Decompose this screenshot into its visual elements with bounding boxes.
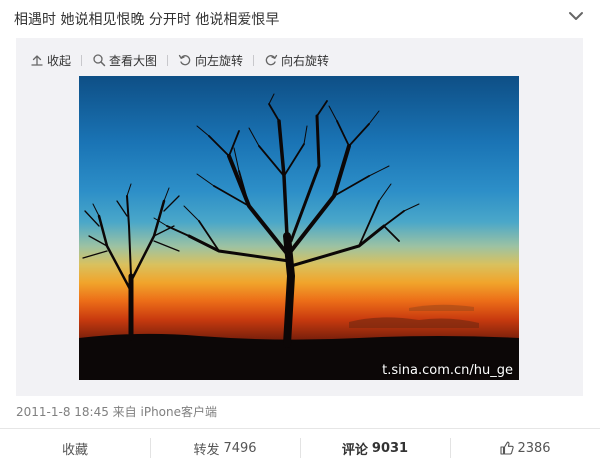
divider [81, 54, 83, 66]
post-meta: 2011-1-8 18:45 来自 iPhone客户端 [16, 405, 218, 419]
like-button[interactable]: 2386 [450, 437, 600, 459]
divider [167, 54, 169, 66]
magnifier-icon [93, 54, 106, 67]
chevron-down-icon[interactable] [566, 6, 586, 26]
favorite-label: 收藏 [61, 442, 88, 458]
repost-label: 转发 [193, 442, 220, 458]
view-large-label: 查看大图 [109, 53, 158, 68]
rotate-left-icon [178, 54, 191, 66]
collapse-up-icon [31, 55, 43, 66]
photo-watermark: t.sina.com.cn/hu_ge [382, 363, 513, 378]
post-photo[interactable]: t.sina.com.cn/hu_ge [79, 76, 519, 380]
media-box: 收起 查看大图 向左旋转 向右旋转 t.sina.com.cn/hu_ge [16, 38, 583, 396]
collapse-label: 收起 [47, 53, 72, 68]
tree-silhouette [79, 93, 519, 380]
repost-count: 7496 [223, 440, 257, 456]
image-toolbar: 收起 查看大图 向左旋转 向右旋转 [16, 51, 329, 69]
rotate-left-button[interactable]: 向左旋转 [178, 52, 243, 69]
repost-button[interactable]: 转发 7496 [150, 437, 300, 459]
thumbs-up-icon [500, 441, 515, 455]
divider [253, 54, 255, 66]
comment-label: 评论 [341, 442, 368, 458]
action-bar: 收藏 转发 7496 评论 9031 2386 [0, 428, 600, 467]
comment-button[interactable]: 评论 9031 [300, 437, 450, 459]
rotate-right-label: 向右旋转 [281, 53, 330, 68]
comment-count: 9031 [371, 440, 409, 456]
favorite-button[interactable]: 收藏 [0, 437, 150, 459]
view-large-button[interactable]: 查看大图 [92, 52, 157, 69]
rotate-right-icon [265, 54, 278, 66]
like-count: 2386 [517, 440, 551, 456]
post-text: 相遇时 她说相见恨晚 分开时 他说相爱恨早 [14, 12, 280, 28]
rotate-left-label: 向左旋转 [195, 53, 244, 68]
collapse-button[interactable]: 收起 [30, 52, 71, 69]
rotate-right-button[interactable]: 向右旋转 [264, 52, 329, 69]
